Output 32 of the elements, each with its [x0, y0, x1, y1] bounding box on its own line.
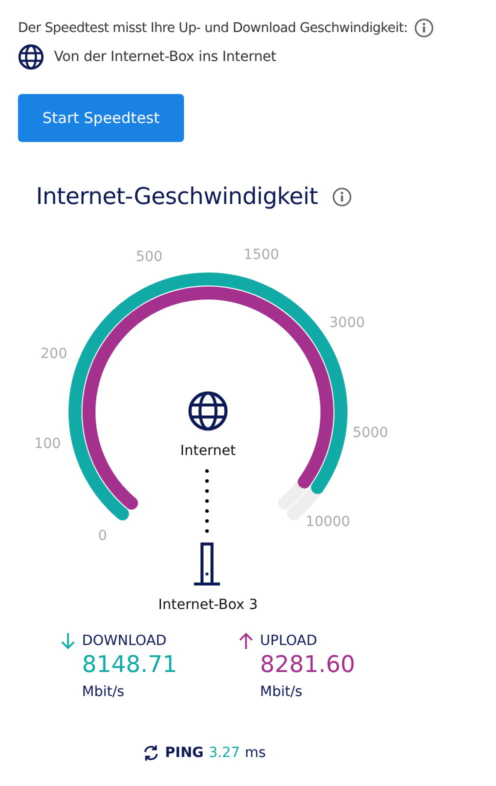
speed-value: 8148.71 — [82, 652, 178, 678]
info-icon[interactable] — [332, 187, 352, 207]
down-arrow-icon — [60, 632, 76, 650]
route-text: Von der Internet-Box ins Internet — [54, 49, 276, 65]
scale-label: 0 — [97, 528, 108, 544]
ping-value: 3.27 — [208, 745, 240, 761]
scale-label: 100 — [33, 436, 62, 452]
scale-label: 500 — [134, 248, 164, 265]
scale-label: 1500 — [242, 246, 280, 263]
info-icon[interactable] — [414, 18, 434, 38]
up-arrow-icon — [238, 632, 254, 650]
node-label: Internet-Box 3 — [157, 597, 259, 613]
router-icon — [192, 542, 222, 586]
unit-label: Mbit/s — [82, 684, 126, 700]
section-title: Internet-Geschwindigkeit — [36, 184, 318, 210]
ping-label: PING — [165, 745, 204, 761]
scale-label: 5000 — [352, 424, 390, 441]
ping-unit: ms — [244, 745, 266, 761]
speed-value: 8281.60 — [260, 652, 356, 678]
intro-text: Der Speedtest misst Ihre Up- und Download Geschwindigkeit: — [18, 20, 408, 36]
result-label: DOWNLOAD — [82, 633, 167, 649]
scale-label: 3000 — [328, 315, 366, 332]
unit-label: Mbit/s — [260, 684, 304, 700]
refresh-icon — [142, 744, 160, 762]
node-label: Internet — [179, 443, 237, 459]
result-label: UPLOAD — [260, 633, 318, 649]
scale-label: 10000 — [304, 514, 352, 530]
scale-label: 200 — [40, 346, 68, 362]
start-speedtest-button[interactable]: Start Speedtest — [18, 94, 184, 142]
globe-icon — [188, 391, 228, 431]
globe-icon — [18, 44, 44, 70]
dotted-connector — [205, 469, 209, 533]
